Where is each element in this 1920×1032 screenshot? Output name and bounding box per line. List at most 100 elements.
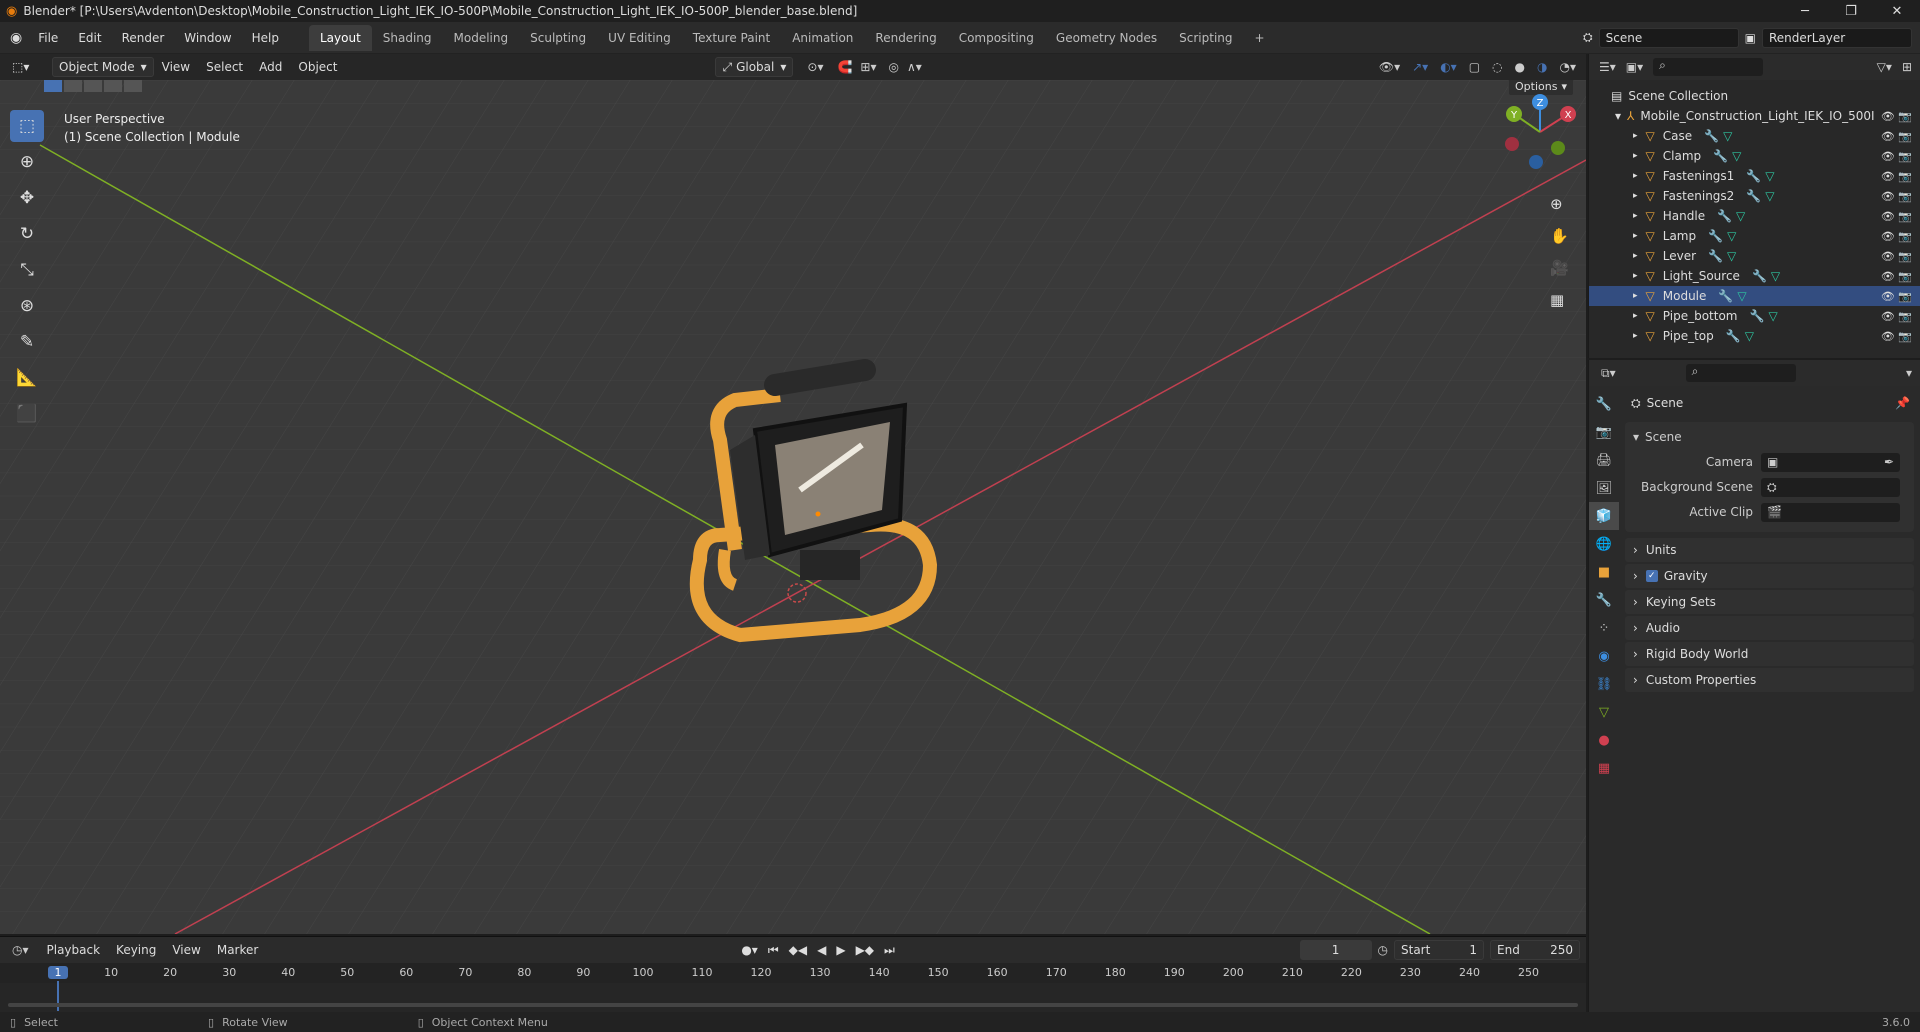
menu-render[interactable]: Render [112,31,175,45]
overlay-icon[interactable]: ◐▾ [1440,60,1457,74]
expand-right-icon[interactable]: ▸ [1633,171,1638,181]
tab-shading[interactable]: Shading [372,25,443,51]
expand-right-icon[interactable]: ▸ [1633,291,1638,301]
active-clip-field[interactable]: 🎬 [1761,502,1900,522]
visibility-render-icons[interactable]: 👁 📷 [1881,230,1912,243]
display-mode-icon[interactable]: ▣▾ [1626,60,1643,74]
outliner-item[interactable]: ▸ ▽ Module 🔧 ▽ 👁 📷 [1589,286,1920,306]
scene-collection-row[interactable]: ▤ Scene Collection [1589,86,1920,106]
add-cube-tool-icon[interactable]: ⬛ [10,398,44,430]
texture-tab-icon[interactable]: ▦ [1589,754,1619,782]
expand-right-icon[interactable]: ▸ [1633,191,1638,201]
camera-view-icon[interactable]: 🎥 [1550,259,1569,277]
properties-section[interactable]: › Units [1625,538,1914,562]
eyedropper-icon[interactable]: ✒ [1884,455,1894,469]
solid-shading-icon[interactable]: ● [1515,60,1525,74]
modifier-icon[interactable]: 🔧 [1713,149,1728,163]
timeline-menu-keying[interactable]: Keying [108,943,164,957]
properties-section[interactable]: › Audio [1625,616,1914,640]
falloff-icon[interactable]: ∧▾ [907,60,922,74]
modifier-icon[interactable]: 🔧 [1708,229,1723,243]
viewport-menu-view[interactable]: View [154,60,198,74]
scene-icon[interactable]: ⛭ [1583,30,1593,45]
pan-hand-icon[interactable]: ✋ [1550,227,1569,245]
move-tool-icon[interactable]: ✥ [10,182,44,214]
timeline-menu-view[interactable]: View [164,943,208,957]
select-intersect-icon[interactable] [124,80,142,92]
camera-field[interactable]: ▣ ✒ [1761,452,1900,472]
mesh-data-icon[interactable]: ▽ [1768,309,1777,323]
mesh-data-icon[interactable]: ▽ [1723,129,1732,143]
outliner-item[interactable]: ▸ ▽ Pipe_bottom 🔧 ▽ 👁 📷 [1589,306,1920,326]
world-tab-icon[interactable]: 🌐 [1589,530,1619,558]
physics-tab-icon[interactable]: ◉ [1589,642,1619,670]
play-icon[interactable]: ▶ [836,943,845,958]
perspective-toggle-icon[interactable]: ▦ [1550,291,1569,309]
modifier-icon[interactable]: 🔧 [1752,269,1767,283]
modifier-icon[interactable]: 🔧 [1749,309,1764,323]
clock-icon[interactable]: ◷ [1378,943,1388,957]
scale-tool-icon[interactable]: ⤡ [10,254,44,286]
snap-mode-icon[interactable]: ⊞▾ [860,60,876,74]
visibility-render-icons[interactable]: 👁 📷 [1881,150,1912,163]
gravity-checkbox[interactable]: ✓ [1645,570,1658,582]
modifier-icon[interactable]: 🔧 [1726,329,1741,343]
filter-icon[interactable]: ▽▾ [1877,60,1892,74]
annotate-tool-icon[interactable]: ✎ [10,326,44,358]
tab-sculpting[interactable]: Sculpting [519,25,597,51]
mesh-data-icon[interactable]: ▽ [1727,229,1736,243]
properties-section[interactable]: › Rigid Body World [1625,642,1914,666]
modifier-icon[interactable]: 🔧 [1718,289,1733,303]
timeline-type-icon[interactable]: ◷▾ [12,943,29,957]
viewport-menu-select[interactable]: Select [198,60,251,74]
viewport-menu-add[interactable]: Add [251,60,290,74]
navigation-gizmo[interactable]: Z X Y [1500,92,1580,172]
expand-right-icon[interactable]: ▸ [1633,211,1638,221]
outliner-search-input[interactable]: ⌕ [1653,58,1764,76]
tab-compositing[interactable]: Compositing [948,25,1045,51]
particles-tab-icon[interactable]: ⁘ [1589,614,1619,642]
transform-tool-icon[interactable]: ⊛ [10,290,44,322]
outliner-item[interactable]: ▸ ▽ Fastenings2 🔧 ▽ 👁 📷 [1589,186,1920,206]
new-collection-icon[interactable]: ⊞ [1902,60,1912,74]
select-invert-icon[interactable] [104,80,122,92]
select-extend-icon[interactable] [64,80,82,92]
viewport-menu-object[interactable]: Object [290,60,345,74]
mesh-data-icon[interactable]: ▽ [1765,169,1774,183]
mode-dropdown[interactable]: Object Mode ▾ [52,57,154,77]
tab-layout[interactable]: Layout [308,24,372,51]
view-layer-selector[interactable]: RenderLayer [1762,27,1912,48]
tab-geometry-nodes[interactable]: Geometry Nodes [1045,25,1168,51]
mesh-data-icon[interactable]: ▽ [1732,149,1741,163]
object-tab-icon[interactable]: ■ [1589,558,1619,586]
menu-edit[interactable]: Edit [68,31,111,45]
outliner-item[interactable]: ▸ ▽ Lamp 🔧 ▽ 👁 📷 [1589,226,1920,246]
modifier-icon[interactable]: 🔧 [1717,209,1732,223]
render-tab-icon[interactable]: 📷 [1589,418,1619,446]
expand-right-icon[interactable]: ▸ [1633,231,1638,241]
expand-right-icon[interactable]: ▸ [1633,131,1638,141]
modifier-icon[interactable]: 🔧 [1704,129,1719,143]
tab-rendering[interactable]: Rendering [864,25,947,51]
visibility-render-icons[interactable]: 👁 📷 [1881,270,1912,283]
expand-right-icon[interactable]: ▸ [1633,151,1638,161]
scene-selector[interactable]: Scene [1598,27,1739,48]
mesh-data-icon[interactable]: ▽ [1727,249,1736,263]
snap-icon[interactable]: 🧲 [837,60,852,74]
next-keyframe-icon[interactable]: ▶◆ [856,943,874,958]
outliner-item[interactable]: ▸ ▽ Light_Source 🔧 ▽ 👁 📷 [1589,266,1920,286]
visibility-render-icons[interactable]: 👁 📷 [1881,210,1912,223]
constraints-tab-icon[interactable]: ⛓ [1589,670,1619,698]
visibility-render-icons[interactable]: 👁 📷 [1881,110,1912,123]
properties-search-input[interactable]: ⌕ [1685,364,1796,382]
wireframe-shading-icon[interactable]: ◌ [1492,60,1502,74]
properties-section[interactable]: › ✓ Gravity [1625,564,1914,588]
editor-type-icon[interactable]: ⬚▾ [12,60,42,74]
expand-right-icon[interactable]: ▸ [1633,331,1638,341]
pivot-icon[interactable]: ⊙▾ [807,60,823,74]
expand-right-icon[interactable]: ▸ [1633,311,1638,321]
timeline-menu-marker[interactable]: Marker [209,943,266,957]
end-frame-field[interactable]: End 250 [1490,940,1580,960]
modifier-icon[interactable]: 🔧 [1746,169,1761,183]
visibility-render-icons[interactable]: 👁 📷 [1881,190,1912,203]
